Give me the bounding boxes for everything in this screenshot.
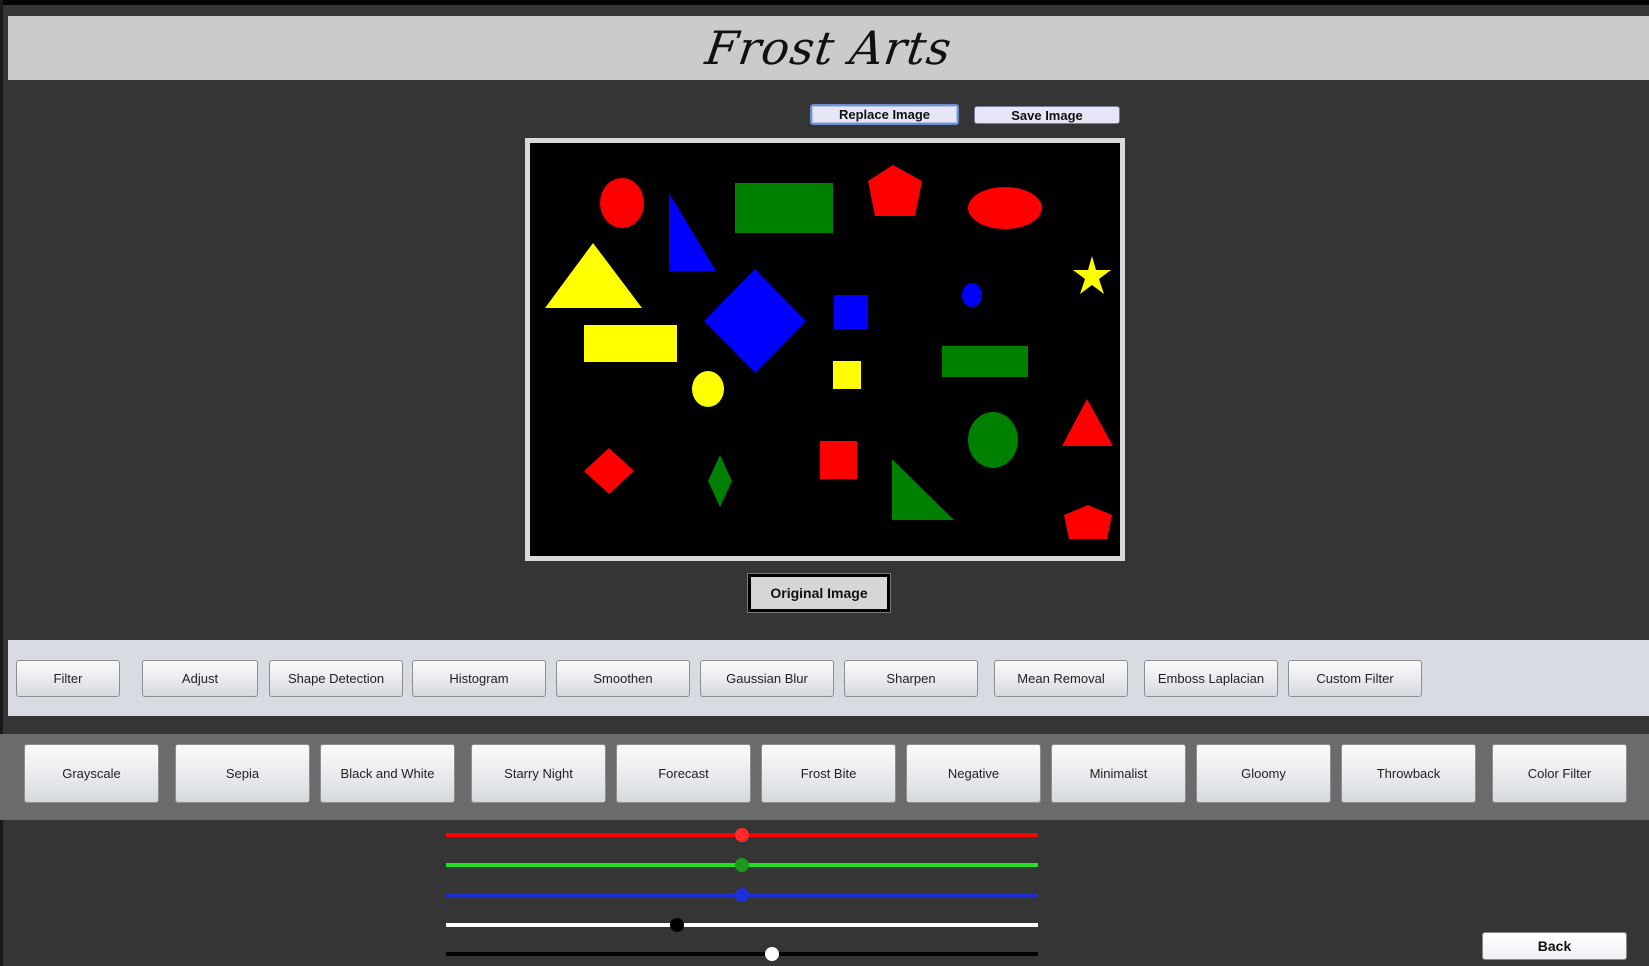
adjust-tool-button[interactable]: Adjust [142,660,258,697]
green-slider[interactable] [446,855,1038,875]
green-bar-shape [942,346,1028,377]
histogram-tool-button[interactable]: Histogram [412,660,546,697]
red-slider[interactable] [446,825,1038,845]
green-rectangle-shape [735,183,833,233]
red-small-pentagon-shape [1064,505,1112,539]
blue-triangle-shape [669,193,716,271]
black-track-slider[interactable] [446,944,1038,964]
red-diamond-shape [584,448,634,494]
gloomy-filter-button[interactable]: Gloomy [1196,744,1331,803]
original-image-button[interactable]: Original Image [748,574,890,612]
forecast-filter-button[interactable]: Forecast [616,744,751,803]
black-track-slider-thumb[interactable] [764,947,779,961]
red-pentagon-shape [868,165,922,216]
smoothen-tool-button[interactable]: Smoothen [556,660,690,697]
starry-night-filter-button[interactable]: Starry Night [471,744,606,803]
yellow-triangle-shape [545,243,642,308]
green-rhombus-shape [708,455,732,507]
black-slider-track [446,952,1038,956]
black-and-white-filter-button[interactable]: Black and White [320,744,455,803]
yellow-square-shape [833,361,861,389]
sharpen-tool-button[interactable]: Sharpen [844,660,978,697]
green-slider-thumb[interactable] [735,858,749,872]
green-circle-shape [968,412,1018,468]
yellow-star-shape [1073,256,1111,294]
blue-slider-thumb[interactable] [735,888,749,902]
red-right-triangle-shape [1062,399,1113,446]
white-track-slider-thumb[interactable] [669,918,684,932]
frost-bite-filter-button[interactable]: Frost Bite [761,744,896,803]
sepia-filter-button[interactable]: Sepia [175,744,310,803]
emboss-laplacian-tool-button[interactable]: Emboss Laplacian [1144,660,1278,697]
blue-slider[interactable] [446,885,1038,905]
filter-tool-button[interactable]: Filter [16,660,120,697]
white-slider-track [446,923,1038,927]
blue-square-shape [834,295,868,329]
red-slider-thumb[interactable] [735,828,749,842]
red-ellipse-shape [968,187,1042,229]
yellow-rectangle-shape [584,325,677,362]
negative-filter-button[interactable]: Negative [906,744,1041,803]
window-top-border [0,0,1649,5]
white-track-slider[interactable] [446,915,1038,935]
blue-diamond-shape [704,269,806,373]
mean-removal-tool-button[interactable]: Mean Removal [994,660,1128,697]
app-header: Frost Arts [8,16,1649,80]
save-image-button[interactable]: Save Image [974,106,1120,124]
yellow-circle-shape [692,371,724,407]
image-preview [525,138,1125,561]
shape-detection-tool-button[interactable]: Shape Detection [269,660,403,697]
blue-small-circle-shape [962,283,982,307]
filters-toolbar: Grayscale Sepia Black and White Starry N… [0,734,1649,820]
custom-filter-tool-button[interactable]: Custom Filter [1288,660,1422,697]
green-right-triangle-shape [892,459,954,520]
back-button[interactable]: Back [1482,932,1627,960]
app-title: Frost Arts [701,21,956,75]
minimalist-filter-button[interactable]: Minimalist [1051,744,1186,803]
grayscale-filter-button[interactable]: Grayscale [24,744,159,803]
red-square-shape [820,441,857,479]
preview-image [530,143,1120,556]
gaussian-blur-tool-button[interactable]: Gaussian Blur [700,660,834,697]
color-filter-button[interactable]: Color Filter [1492,744,1627,803]
throwback-filter-button[interactable]: Throwback [1341,744,1476,803]
tools-toolbar: Filter Adjust Shape Detection Histogram … [8,640,1649,716]
window-left-border [0,0,3,966]
replace-image-button[interactable]: Replace Image [810,104,959,125]
red-circle-shape [600,178,644,228]
